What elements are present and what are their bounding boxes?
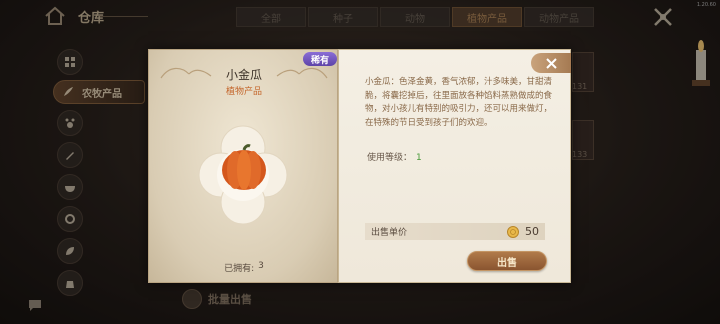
level-label: 使用等级： [367,153,413,163]
owned-value: 3 [258,261,264,271]
close-icon [545,57,557,69]
sell-button[interactable]: 出售 [467,251,547,271]
price-label: 出售单价 [371,228,408,238]
pumpkin-icon [222,144,266,190]
level-value: 1 [416,153,422,163]
item-preview-panel: 小金瓜 植物产品 稀有 已拥有: 3 [148,49,338,283]
item-detail-popup: 小金瓜 植物产品 稀有 已拥有: 3 小金瓜：色泽金黄，香气浓郁，汁多味美，甘甜… [148,49,571,283]
coin-icon [507,225,519,238]
item-category: 植物产品 [225,87,262,97]
price-bar: 出售单价 50 [365,223,545,240]
item-name: 小金瓜 [225,68,262,82]
popup-close-button[interactable] [531,53,571,73]
rarity-badge: 稀有 [303,52,337,66]
owned-label: 已拥有: [224,264,255,274]
item-info-panel: 小金瓜：色泽金黄，香气浓郁，汁多味美，甘甜清脆，将囊挖掉后，往里面放各种馅料蒸熟… [338,49,571,283]
owned-count: 已拥有: 3 [149,261,339,274]
price-value: 50 [525,225,539,238]
item-description: 小金瓜：色泽金黄，香气浓郁，汁多味美，甘甜清脆，将囊挖掉后，往里面放各种馅料蒸熟… [365,77,553,128]
use-level: 使用等级： 1 [367,150,422,163]
